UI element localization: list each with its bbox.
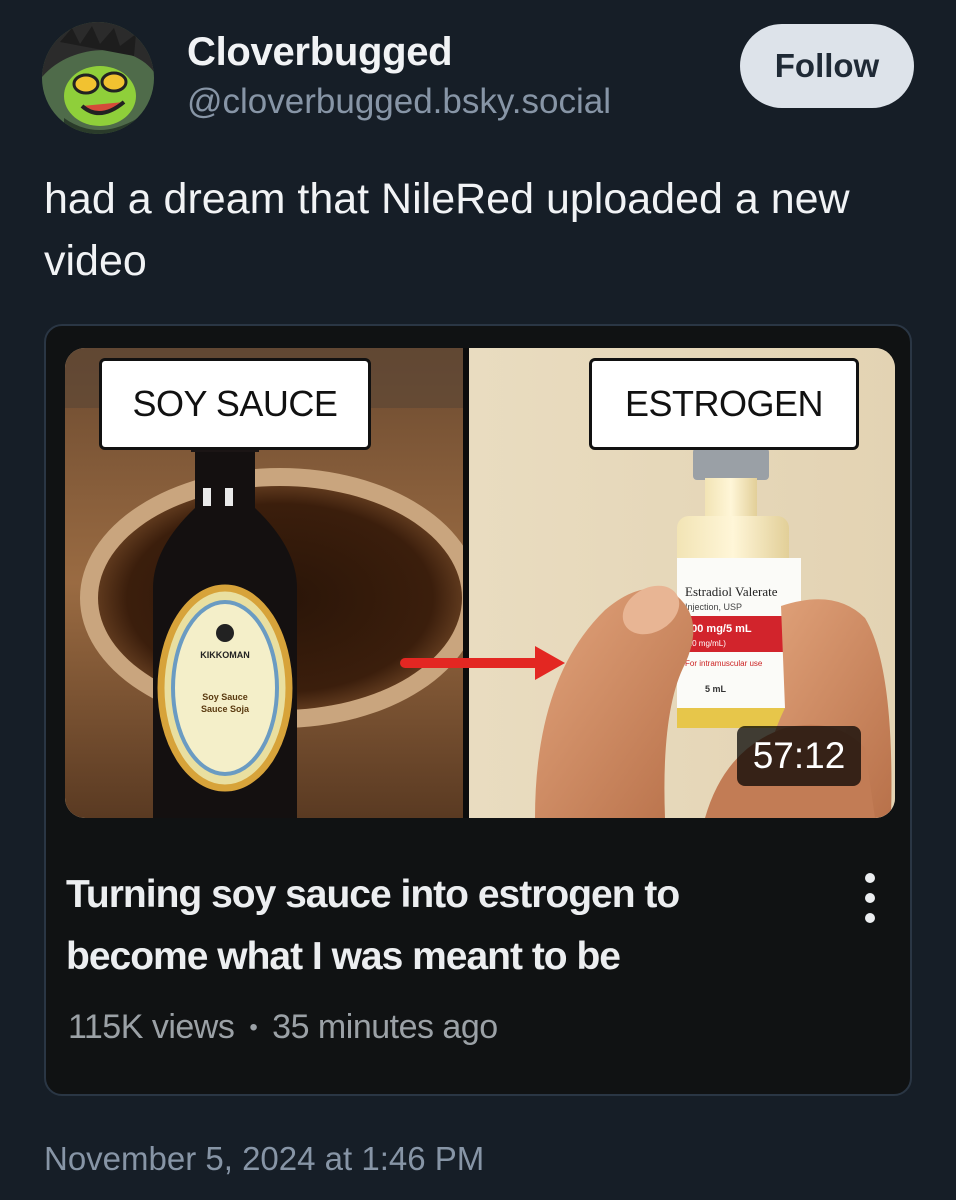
handle[interactable]: @cloverbugged.bsky.social [187,82,611,122]
post-text: had a dream that NileRed uploaded a new … [44,175,850,285]
bottle-brand-text: KIKKOMAN [200,650,250,660]
bottle-text-2: Sauce Soja [201,704,250,714]
meta-separator: • [249,1014,258,1041]
soy-sauce-label: SOY SAUCE [99,358,371,450]
vertical-ellipsis-icon [865,873,875,923]
display-name[interactable]: Cloverbugged [187,30,453,75]
vial-line1-text: Injection, USP [685,602,742,612]
upload-age: 35 minutes ago [272,1008,498,1046]
avatar[interactable] [42,22,154,134]
bottle-text-1: Soy Sauce [202,692,248,702]
video-duration-badge: 57:12 [737,726,861,786]
vial-dose-text: 100 mg/5 mL [685,623,752,635]
video-meta: 115K views • 35 minutes ago [68,1008,498,1047]
video-title[interactable]: Turning soy sauce into estrogen to becom… [66,864,826,988]
video-embed-card[interactable]: KIKKOMAN Soy Sauce Sauce Soja Estradiol … [44,324,912,1096]
video-thumbnail[interactable]: KIKKOMAN Soy Sauce Sauce Soja Estradiol … [65,348,895,818]
avatar-illustration [42,22,154,134]
vial-name-text: Estradiol Valerate [685,584,778,599]
vial-line4-text: For intramuscular use [685,659,763,668]
view-count: 115K views [68,1008,235,1046]
more-options-button[interactable] [846,866,894,930]
post-timestamp: November 5, 2024 at 1:46 PM [44,1140,485,1177]
vial-volume-text: 5 mL [705,684,727,694]
follow-button[interactable]: Follow [740,24,914,108]
estrogen-label: ESTROGEN [589,358,859,450]
post: Cloverbugged @cloverbugged.bsky.social F… [0,0,956,1200]
